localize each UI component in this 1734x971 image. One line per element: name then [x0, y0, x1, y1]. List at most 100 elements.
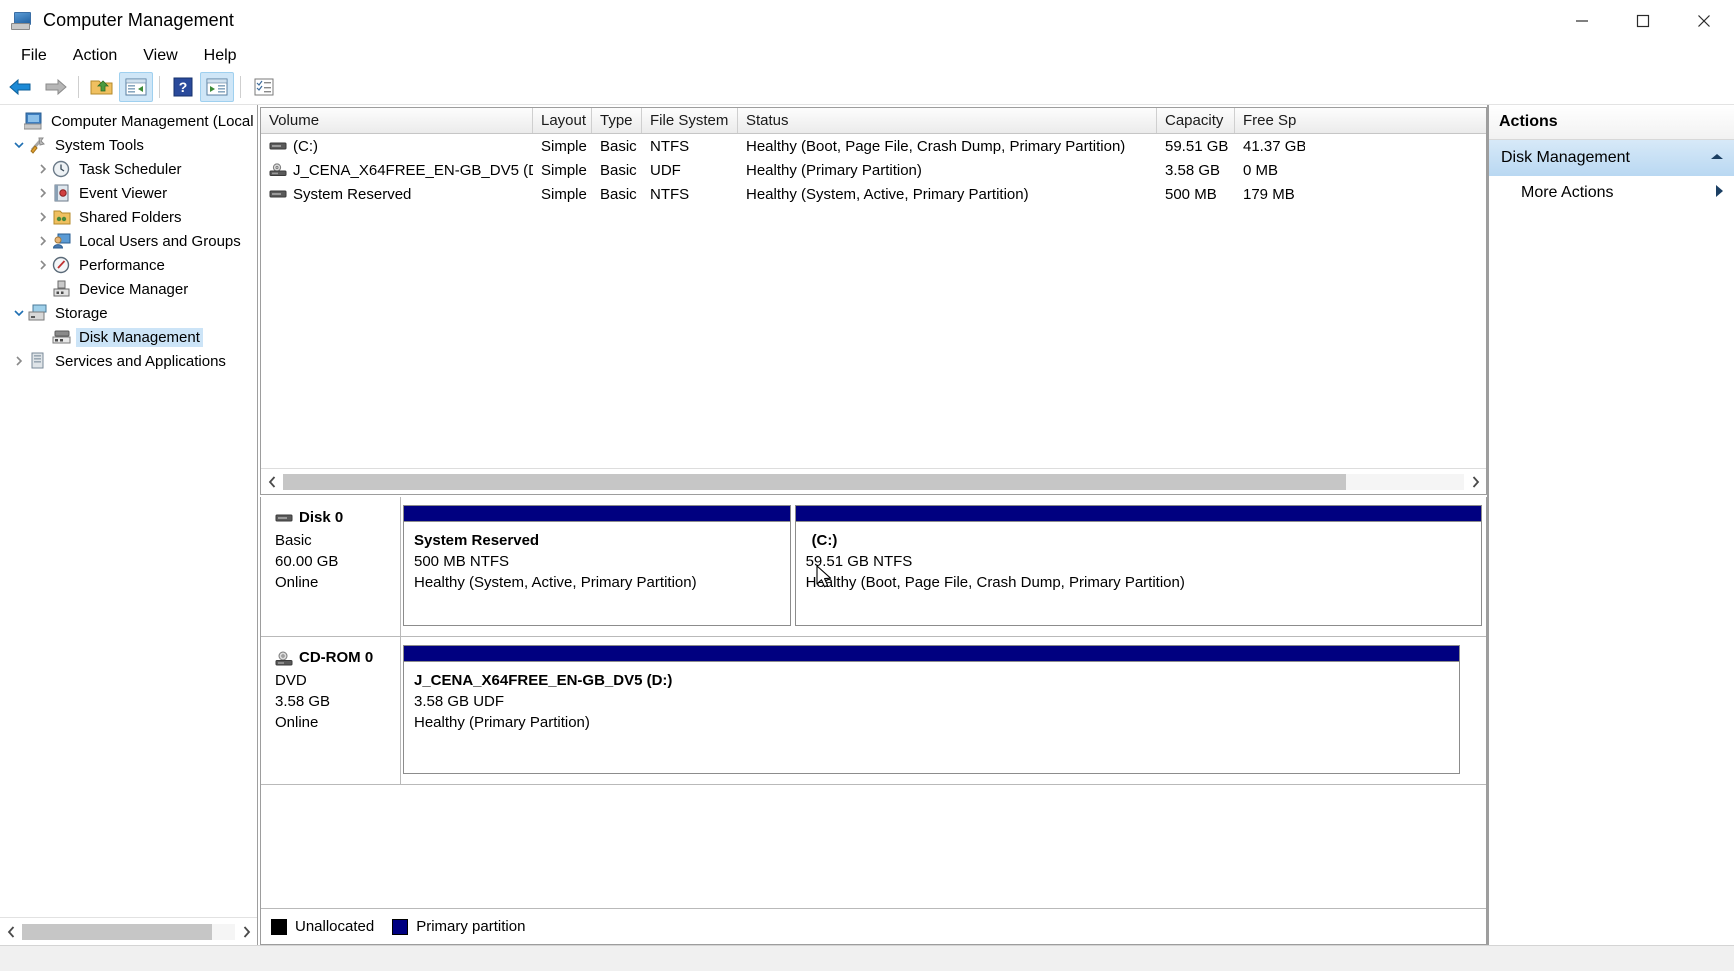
actions-group-label: Disk Management	[1501, 149, 1710, 167]
chevron-right-icon[interactable]	[34, 212, 52, 222]
menu-view[interactable]: View	[130, 44, 190, 68]
close-button[interactable]	[1673, 0, 1734, 41]
scrollbar-track[interactable]	[22, 924, 235, 940]
table-row[interactable]: System Reserved Simple Basic NTFS Health…	[261, 182, 1486, 206]
volume-list-horizontal-scrollbar[interactable]	[261, 468, 1486, 494]
partition-empty-area	[1464, 645, 1482, 774]
chevron-right-icon[interactable]	[34, 260, 52, 270]
menu-help[interactable]: Help	[191, 44, 250, 68]
disk-row-cdrom-0[interactable]: CD-ROM 0 DVD 3.58 GB Online J_CENA_X64FR…	[261, 637, 1486, 785]
collapse-chevron-icon[interactable]	[1710, 149, 1724, 167]
console-tree: Computer Management (Local System Tools	[0, 105, 257, 917]
cell-free-space: 0 MB	[1235, 162, 1305, 179]
tree-item-event-viewer[interactable]: Event Viewer	[0, 181, 257, 205]
cell-layout: Simple	[533, 162, 592, 179]
cell-type: Basic	[592, 162, 642, 179]
cell-type: Basic	[592, 138, 642, 155]
show-hide-console-tree-button[interactable]	[119, 72, 153, 102]
partition-name: System Reserved	[414, 530, 780, 551]
device-manager-icon	[52, 280, 72, 298]
actions-item-more-actions[interactable]: More Actions	[1489, 176, 1734, 210]
tree-item-computer-management[interactable]: Computer Management (Local	[0, 109, 257, 133]
back-button[interactable]	[4, 72, 38, 102]
column-header-capacity[interactable]: Capacity	[1157, 108, 1235, 133]
partition-size-fs: 59.51 GB NTFS	[806, 551, 1471, 572]
column-header-type[interactable]: Type	[592, 108, 642, 133]
partition-color-bar	[404, 646, 1459, 662]
tree-item-disk-management[interactable]: Disk Management	[0, 325, 257, 349]
svg-text:?: ?	[179, 79, 188, 95]
question-mark-icon: ?	[173, 77, 193, 97]
legend-label: Primary partition	[416, 918, 525, 935]
tree-item-task-scheduler[interactable]: Task Scheduler	[0, 157, 257, 181]
tree-item-device-manager[interactable]: Device Manager	[0, 277, 257, 301]
chevron-right-icon[interactable]	[34, 236, 52, 246]
minimize-button[interactable]	[1551, 0, 1612, 41]
chevron-down-icon[interactable]	[10, 308, 28, 318]
tree-item-label: Shared Folders	[76, 208, 185, 227]
scroll-right-arrow-icon[interactable]	[1464, 471, 1486, 493]
column-header-layout[interactable]: Layout	[533, 108, 592, 133]
tree-item-shared-folders[interactable]: Shared Folders	[0, 205, 257, 229]
toolbar-separator	[240, 76, 241, 98]
maximize-button[interactable]	[1612, 0, 1673, 41]
up-folder-button[interactable]	[85, 72, 119, 102]
performance-icon	[52, 256, 72, 274]
scrollbar-thumb[interactable]	[283, 474, 1346, 490]
partition-d-drive[interactable]: J_CENA_X64FREE_EN-GB_DV5 (D:) 3.58 GB UD…	[403, 645, 1460, 774]
cell-capacity: 3.58 GB	[1157, 162, 1235, 179]
cell-status: Healthy (Primary Partition)	[738, 162, 1157, 179]
scroll-left-arrow-icon[interactable]	[261, 471, 283, 493]
expand-arrow-icon[interactable]	[1714, 184, 1724, 203]
scroll-left-arrow-icon[interactable]	[0, 921, 22, 943]
back-arrow-icon	[8, 77, 34, 97]
tree-item-system-tools[interactable]: System Tools	[0, 133, 257, 157]
cell-layout: Simple	[533, 138, 592, 155]
tree-item-services-and-applications[interactable]: Services and Applications	[0, 349, 257, 373]
tree-item-performance[interactable]: Performance	[0, 253, 257, 277]
show-hide-action-pane-button[interactable]	[200, 72, 234, 102]
disk-row-disk-0[interactable]: Disk 0 Basic 60.00 GB Online System Rese…	[261, 497, 1486, 637]
chevron-right-icon[interactable]	[10, 356, 28, 366]
table-row[interactable]: J_CENA_X64FREE_EN-GB_DV5 (D:) Simple Bas…	[261, 158, 1486, 182]
volume-list: Volume Layout Type File System Status Ca…	[260, 107, 1487, 495]
help-button[interactable]: ?	[166, 72, 200, 102]
scrollbar-track[interactable]	[283, 474, 1464, 490]
cell-capacity: 59.51 GB	[1157, 138, 1235, 155]
disk-info-cdrom-0[interactable]: CD-ROM 0 DVD 3.58 GB Online	[261, 637, 401, 784]
partition-status: Healthy (System, Active, Primary Partiti…	[414, 572, 780, 593]
minimize-icon	[1575, 14, 1589, 28]
chevron-down-icon[interactable]	[10, 140, 28, 150]
partition-system-reserved[interactable]: System Reserved 500 MB NTFS Healthy (Sys…	[403, 505, 791, 626]
cell-layout: Simple	[533, 186, 592, 203]
column-header-free-space[interactable]: Free Sp	[1235, 108, 1305, 133]
cell-volume: System Reserved	[261, 186, 533, 203]
forward-button[interactable]	[38, 72, 72, 102]
tree-item-label: Performance	[76, 256, 168, 275]
table-row[interactable]: (C:) Simple Basic NTFS Healthy (Boot, Pa…	[261, 134, 1486, 158]
properties-button[interactable]	[247, 72, 281, 102]
column-header-status[interactable]: Status	[738, 108, 1157, 133]
disk-info-disk-0[interactable]: Disk 0 Basic 60.00 GB Online	[261, 497, 401, 636]
scroll-right-arrow-icon[interactable]	[235, 921, 257, 943]
column-header-file-system[interactable]: File System	[642, 108, 738, 133]
menu-file[interactable]: File	[8, 44, 60, 68]
menu-action[interactable]: Action	[60, 44, 130, 68]
cell-value: J_CENA_X64FREE_EN-GB_DV5 (D:)	[293, 162, 533, 179]
tree-horizontal-scrollbar[interactable]	[0, 917, 257, 945]
tree-item-local-users-and-groups[interactable]: Local Users and Groups	[0, 229, 257, 253]
chevron-right-icon[interactable]	[34, 188, 52, 198]
partition-c-drive[interactable]: (C:) 59.51 GB NTFS Healthy (Boot, Page F…	[795, 505, 1482, 626]
tree-item-label: Event Viewer	[76, 184, 170, 203]
disk-size: 3.58 GB	[275, 691, 400, 712]
computer-management-icon	[24, 112, 44, 130]
tree-item-label: Storage	[52, 304, 111, 323]
chevron-right-icon[interactable]	[34, 164, 52, 174]
scrollbar-thumb[interactable]	[22, 924, 212, 940]
window-controls	[1551, 0, 1734, 41]
column-header-volume[interactable]: Volume	[261, 108, 533, 133]
tree-item-storage[interactable]: Storage	[0, 301, 257, 325]
actions-group-disk-management[interactable]: Disk Management	[1489, 140, 1734, 176]
cell-status: Healthy (System, Active, Primary Partiti…	[738, 186, 1157, 203]
cell-volume: (C:)	[261, 138, 533, 155]
